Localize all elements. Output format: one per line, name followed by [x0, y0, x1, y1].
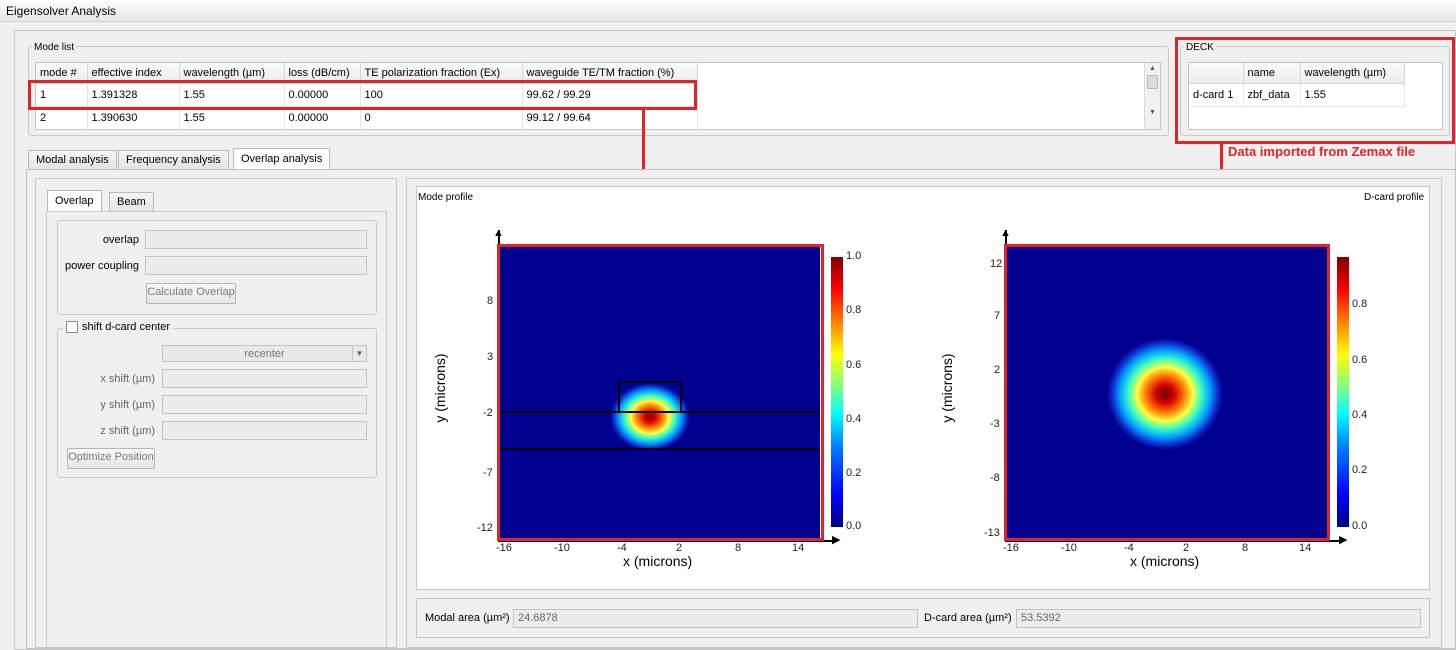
- dcard-colorbar: [1337, 257, 1349, 527]
- arrow-right-icon: ▶: [1339, 534, 1348, 546]
- x-tick: -10: [554, 542, 570, 554]
- scroll-down-icon[interactable]: ▼: [1145, 109, 1160, 116]
- modal-area-label: Modal area (µm²): [425, 612, 510, 624]
- cbar-tick: 0.2: [1352, 464, 1368, 476]
- y-tick: 3: [487, 351, 494, 363]
- y-tick: -12: [477, 522, 493, 534]
- y-axis-label: y (microns): [432, 353, 448, 423]
- x-shift-field[interactable]: [162, 369, 367, 388]
- scroll-thumb[interactable]: [1147, 75, 1158, 89]
- x-shift-label: x shift (µm): [100, 373, 155, 385]
- cbar-tick: 1.0: [846, 250, 862, 262]
- optimize-position-button[interactable]: Optimize Position: [67, 448, 155, 469]
- subtab-overlap[interactable]: Overlap: [47, 190, 102, 212]
- x-tick: 14: [792, 542, 805, 554]
- arrow-up-icon: ▲: [1000, 227, 1011, 239]
- x-tick: 8: [1242, 542, 1249, 554]
- recenter-select[interactable]: recenter ▼: [162, 345, 367, 362]
- dcard-profile-title: D-card profile: [1364, 192, 1425, 203]
- dcard-plot-highlight: [1004, 244, 1330, 541]
- shift-checkbox-row[interactable]: shift d-card center: [63, 321, 174, 333]
- z-shift-field[interactable]: [162, 421, 367, 440]
- y-tick: 12: [990, 258, 1003, 270]
- x-tick: -16: [1003, 542, 1019, 554]
- arrow-up-icon: ▲: [493, 227, 504, 239]
- y-tick: -3: [990, 418, 1000, 430]
- y-shift-label: y shift (µm): [100, 399, 155, 411]
- x-axis-label: x (microns): [1130, 553, 1200, 569]
- chevron-down-icon[interactable]: ▼: [352, 346, 366, 361]
- z-shift-label: z shift (µm): [100, 425, 155, 437]
- x-tick: -16: [496, 542, 512, 554]
- mode-list-label: Mode list: [32, 42, 77, 53]
- y-tick: -13: [984, 527, 1000, 539]
- power-coupling-label: power coupling: [65, 260, 139, 272]
- tab-modal-analysis[interactable]: Modal analysis: [28, 150, 117, 170]
- mode-plot-highlight: [497, 244, 824, 541]
- calculate-overlap-button[interactable]: Calculate Overlap: [146, 283, 236, 304]
- power-coupling-field[interactable]: [145, 256, 367, 275]
- y-tick: -7: [483, 467, 493, 479]
- cbar-tick: 0.8: [846, 304, 862, 316]
- y-tick: -2: [483, 407, 493, 419]
- x-tick: 14: [1299, 542, 1312, 554]
- mode-list-scrollbar[interactable]: ▲ ▼: [1144, 63, 1160, 129]
- cbar-tick: 0.4: [1352, 409, 1368, 421]
- x-tick: -10: [1061, 542, 1077, 554]
- tab-overlap-analysis[interactable]: Overlap analysis: [233, 148, 331, 170]
- y-tick: 7: [994, 310, 1001, 322]
- cbar-tick: 0.8: [1352, 298, 1368, 310]
- y-tick: -8: [990, 472, 1000, 484]
- overlap-label: overlap: [102, 234, 139, 246]
- cbar-tick: 0.2: [846, 467, 862, 479]
- recenter-value: recenter: [244, 348, 285, 360]
- cbar-tick: 0.6: [1352, 354, 1368, 366]
- y-axis-label: y (microns): [939, 353, 955, 423]
- x-axis-label: x (microns): [623, 553, 693, 569]
- deck-highlight: [1175, 37, 1455, 144]
- cbar-tick: 0.4: [846, 413, 862, 425]
- y-tick: 8: [487, 295, 494, 307]
- overlap-field[interactable]: [145, 230, 367, 249]
- arrow-right-icon: ▶: [832, 534, 841, 546]
- modal-area-field[interactable]: 24.6878: [513, 609, 918, 628]
- scroll-up-icon[interactable]: ▲: [1145, 65, 1160, 72]
- dcard-area-label: D-card area (µm²): [924, 612, 1012, 624]
- selected-mode-highlight: [28, 80, 697, 110]
- y-shift-field[interactable]: [162, 395, 367, 414]
- mode-profile-title: Mode profile: [418, 192, 474, 203]
- shift-checkbox[interactable]: [66, 321, 78, 333]
- shift-label: shift d-card center: [82, 321, 171, 333]
- subtab-beam[interactable]: Beam: [109, 192, 154, 212]
- annotation-text: Data imported from Zemax file: [1228, 144, 1416, 159]
- x-tick: 8: [735, 542, 742, 554]
- tab-frequency-analysis[interactable]: Frequency analysis: [118, 150, 229, 170]
- cbar-tick: 0.0: [846, 520, 862, 532]
- y-tick: 2: [994, 364, 1001, 376]
- window-title: Eigensolver Analysis: [0, 0, 1456, 22]
- dcard-area-field[interactable]: 53.5392: [1016, 609, 1421, 628]
- cbar-tick: 0.0: [1352, 520, 1368, 532]
- mode-colorbar: [831, 257, 843, 527]
- cbar-tick: 0.6: [846, 359, 862, 371]
